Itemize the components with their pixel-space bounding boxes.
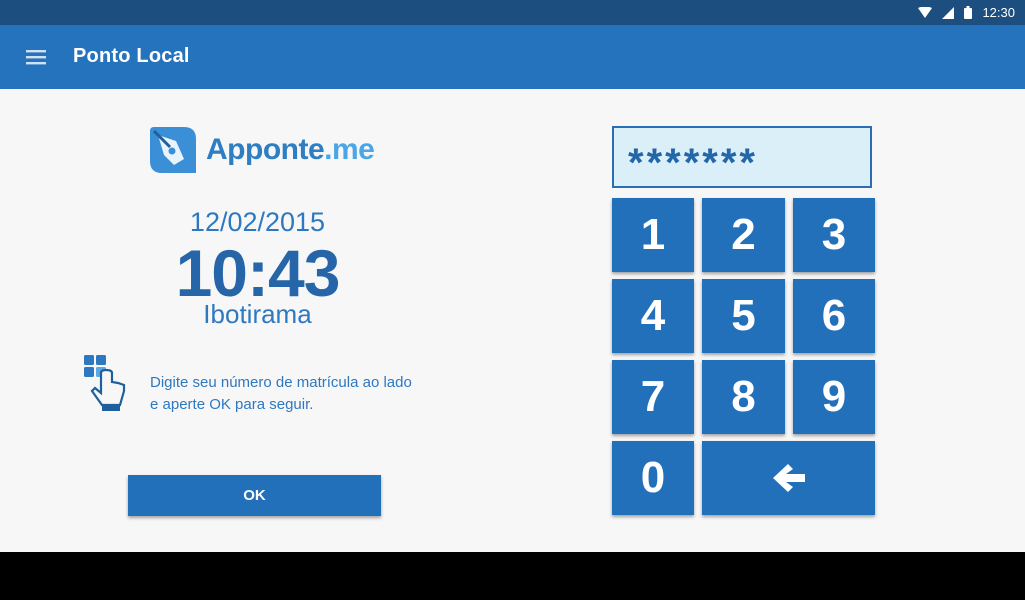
key-5[interactable]: 5 xyxy=(702,279,785,353)
instructions-line-2: e aperte OK para seguir. xyxy=(150,396,314,413)
main-content: Apponte.me 12/02/2015 10:43 Ibotirama Di… xyxy=(0,89,1025,552)
apponte-logo: Apponte.me xyxy=(150,126,380,174)
touch-keypad-icon xyxy=(84,355,126,411)
key-6[interactable]: 6 xyxy=(793,279,875,353)
backspace-button[interactable] xyxy=(702,441,875,515)
key-4[interactable]: 4 xyxy=(612,279,694,353)
key-9[interactable]: 9 xyxy=(793,360,875,434)
logo-text: Apponte.me xyxy=(206,133,375,167)
key-7[interactable]: 7 xyxy=(612,360,694,434)
hamburger-menu-icon[interactable] xyxy=(22,43,50,71)
status-time: 12:30 xyxy=(982,5,1015,20)
logo-name: Apponte xyxy=(206,133,325,166)
app-title: Ponto Local xyxy=(73,45,190,67)
pin-display: ******* xyxy=(612,126,872,188)
battery-icon xyxy=(964,6,973,19)
arrow-left-icon xyxy=(772,464,805,492)
status-icons: 12:30 xyxy=(918,0,1015,25)
navigation-bar-area xyxy=(0,552,1025,600)
instructions-text: Digite seu número de matrícula ao lado e… xyxy=(150,372,412,416)
instructions-line-1: Digite seu número de matrícula ao lado xyxy=(150,374,412,391)
location-name: Ibotirama xyxy=(203,299,312,329)
pen-nib-logo-icon xyxy=(150,127,196,173)
key-3[interactable]: 3 xyxy=(793,198,875,272)
app-bar: Ponto Local xyxy=(0,25,1025,89)
ok-button[interactable]: OK xyxy=(128,475,381,516)
current-date: 12/02/2015 xyxy=(189,207,326,237)
key-1[interactable]: 1 xyxy=(612,198,694,272)
logo-suffix: .me xyxy=(324,133,375,166)
status-bar: 12:30 xyxy=(0,0,1025,25)
key-2[interactable]: 2 xyxy=(702,198,785,272)
key-0[interactable]: 0 xyxy=(612,441,694,515)
key-8[interactable]: 8 xyxy=(702,360,785,434)
signal-icon xyxy=(942,6,955,19)
wifi-icon xyxy=(918,6,933,18)
